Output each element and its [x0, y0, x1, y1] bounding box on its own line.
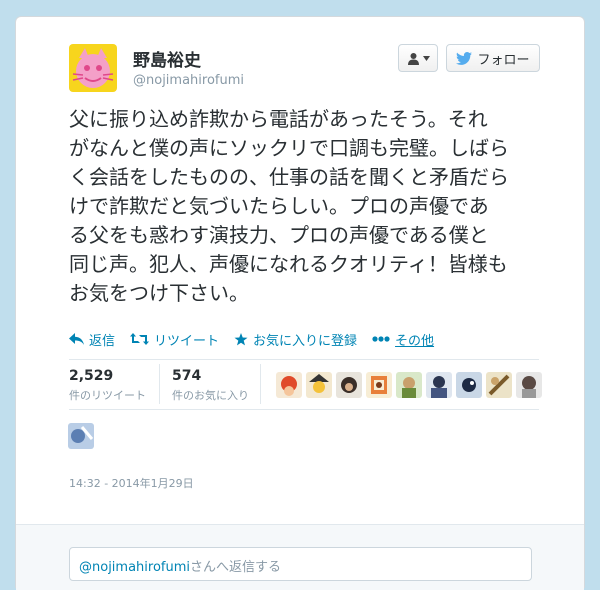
follow-button[interactable]: フォロー — [446, 44, 540, 72]
reply-label: 返信 — [89, 333, 116, 349]
retweet-stat[interactable]: 2,529 件のリツイート — [69, 368, 146, 403]
tweet-line: 父に振り込め詐欺から電話があったそう。それ — [69, 107, 488, 131]
caret-down-icon — [422, 55, 430, 61]
more-label: その他 — [395, 333, 435, 349]
favoriter-avatar[interactable] — [456, 372, 482, 398]
tweet-line: く会話をしたものの、仕事の話を聞くと矛盾だら — [69, 165, 509, 189]
favorite-button[interactable]: お気に入りに登録 — [234, 330, 357, 349]
retweet-count: 2,529 — [69, 368, 114, 384]
reply-button[interactable]: 返信 — [69, 330, 115, 349]
favoriter-avatar[interactable] — [68, 423, 94, 449]
follow-label: フォロー — [477, 52, 530, 68]
favoriter-avatar[interactable] — [336, 372, 362, 398]
tweet-text: 父に振り込め詐欺から電話があったそう。それ がなんと僕の声にソックリで口調も完璧… — [69, 105, 539, 308]
retweet-count-label: 件のリツイート — [69, 389, 146, 402]
reply-input[interactable]: @nojimahirofumiさんへ返信する — [69, 547, 532, 581]
favoriter-avatar[interactable] — [306, 372, 332, 398]
favorite-count-label: 件のお気に入り — [172, 389, 249, 402]
favoriter-avatar[interactable] — [366, 372, 392, 398]
favoriter-avatar[interactable] — [396, 372, 422, 398]
user-actions-button[interactable] — [398, 44, 438, 72]
tweet-line: けで詐欺だと気づいたらしい。プロの声優であ — [69, 194, 489, 218]
tweet-actions: 返信 リツイート お気に入りに登録 その他 — [69, 329, 539, 349]
more-button[interactable]: その他 — [372, 330, 434, 349]
tweet-line: お気をつけ下さい。 — [69, 281, 249, 305]
star-icon — [234, 332, 248, 345]
retweet-label: リツイート — [154, 333, 220, 349]
avatar[interactable] — [69, 44, 117, 92]
more-dots-icon — [372, 336, 390, 342]
favoriter-avatar[interactable] — [486, 372, 512, 398]
display-name[interactable]: 野島裕史 — [133, 46, 201, 71]
divider — [69, 359, 539, 360]
favorite-label: お気に入りに登録 — [253, 333, 358, 349]
person-icon — [407, 52, 419, 65]
favoriter-avatar[interactable] — [276, 372, 302, 398]
user-handle[interactable]: @nojimahirofumi — [133, 73, 244, 88]
favorite-count: 574 — [172, 368, 202, 384]
favorite-stat[interactable]: 574 件のお気に入り — [172, 368, 249, 403]
retweet-button[interactable]: リツイート — [130, 330, 219, 349]
divider — [69, 409, 539, 410]
tweet-line: 同じ声。犯人、声優になれるクオリティ！皆様も — [69, 252, 508, 276]
reply-icon — [69, 333, 84, 345]
tweet-timestamp[interactable]: 14:32 - 2014年1月29日 — [69, 475, 194, 491]
favoriter-avatars — [276, 372, 542, 398]
divider — [260, 364, 261, 404]
favoriter-avatar[interactable] — [516, 372, 542, 398]
favoriter-avatar[interactable] — [426, 372, 452, 398]
divider — [159, 364, 160, 404]
retweet-icon — [130, 333, 150, 345]
tweet-card: 野島裕史 @nojimahirofumi フォロー 父に振り込め詐欺から電話があ… — [15, 16, 585, 590]
reply-placeholder: さんへ返信する — [190, 560, 282, 575]
tweet-line: る父をも惑わす演技力、プロの声優である僕と — [69, 223, 489, 247]
reply-mention: @nojimahirofumi — [79, 560, 191, 575]
twitter-bird-icon — [456, 51, 473, 65]
tweet-line: がなんと僕の声にソックリで口調も完璧。しばら — [69, 136, 509, 160]
reply-section: @nojimahirofumiさんへ返信する — [16, 524, 584, 590]
